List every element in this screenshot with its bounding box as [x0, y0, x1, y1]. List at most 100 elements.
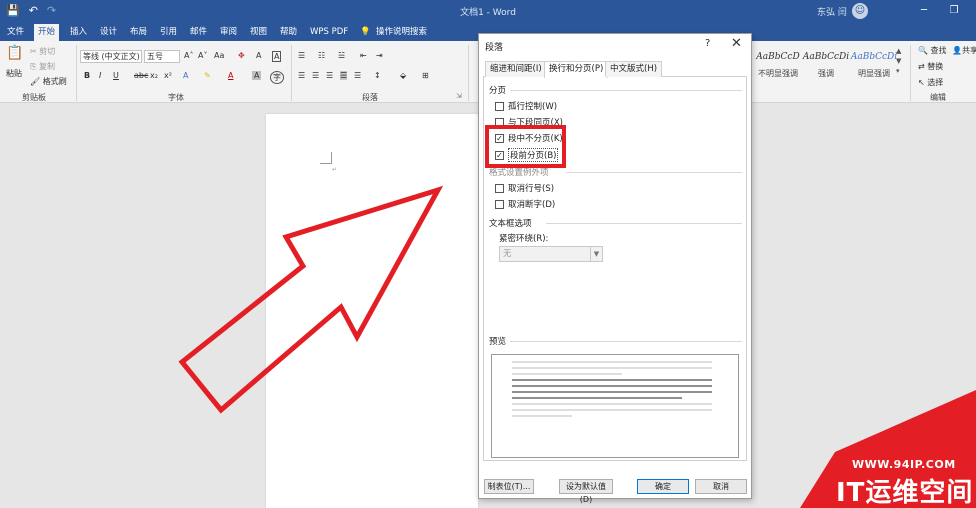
style-sample: AaBbCcDi: [802, 52, 850, 62]
cancel-button[interactable]: 取消: [695, 479, 747, 494]
help-icon[interactable]: ?: [705, 38, 710, 49]
widow-control-option[interactable]: 孤行控制(W): [495, 100, 557, 112]
avatar[interactable]: ☺: [852, 3, 868, 19]
format-painter-label: 格式刷: [42, 77, 67, 86]
no-hyphenation-checkbox[interactable]: [495, 199, 504, 209]
justify-icon[interactable]: ☰: [340, 71, 348, 80]
cut-label: 剪切: [39, 47, 56, 56]
find-button[interactable]: 🔍 查找: [918, 45, 947, 56]
tab-asian-typography[interactable]: 中文版式(H): [605, 61, 663, 77]
style-subtle-emphasis[interactable]: AaBbCcD 不明显强调: [754, 46, 802, 86]
tab-insert[interactable]: 插入: [66, 24, 91, 41]
ribbon-separator: [291, 45, 292, 101]
italic-button[interactable]: I: [99, 71, 101, 80]
font-size-combo[interactable]: 五号: [144, 50, 180, 63]
char-shading-button[interactable]: A: [252, 71, 262, 80]
dialog-title: 段落: [485, 43, 504, 53]
tell-me-search[interactable]: 操作说明搜索: [372, 24, 431, 41]
shrink-font-button[interactable]: A˅: [198, 51, 207, 60]
tab-references[interactable]: 引用: [156, 24, 181, 41]
enclose-char-button[interactable]: A: [272, 51, 282, 62]
underline-button[interactable]: U: [113, 71, 119, 80]
margin-marker: [320, 152, 332, 164]
document-page[interactable]: ↵: [266, 114, 478, 508]
paste-icon[interactable]: 📋: [6, 45, 23, 61]
select-button[interactable]: ↖ 选择: [918, 77, 943, 88]
tab-wps-pdf[interactable]: WPS PDF: [306, 24, 352, 41]
tab-mailings[interactable]: 邮件: [186, 24, 211, 41]
minimize-icon[interactable]: ─: [916, 3, 932, 19]
numbering-icon[interactable]: ☷: [318, 51, 325, 60]
tab-indent-spacing[interactable]: 缩进和间距(I): [485, 61, 547, 77]
chevron-down-icon[interactable]: ▼: [590, 247, 602, 261]
style-emphasis[interactable]: AaBbCcDi 强调: [802, 46, 850, 86]
styles-scroll-icon[interactable]: ▲ ▼ ▾: [896, 46, 901, 76]
no-hyphenation-option[interactable]: 取消断字(D): [495, 198, 555, 210]
borders-icon[interactable]: ⊞: [422, 71, 429, 80]
align-left-icon[interactable]: ☰: [298, 71, 305, 80]
close-icon[interactable]: ✕: [731, 36, 742, 51]
grow-font-button[interactable]: A˄: [184, 51, 193, 60]
set-default-button[interactable]: 设为默认值(D): [559, 479, 613, 504]
char-border-button[interactable]: A: [256, 51, 261, 60]
tight-wrap-select[interactable]: 无 ▼: [499, 246, 603, 262]
change-case-button[interactable]: Aa: [214, 51, 224, 60]
tab-review[interactable]: 审阅: [216, 24, 241, 41]
format-painter-button[interactable]: 🖌 格式刷: [30, 76, 67, 87]
style-name: 不明显强调: [758, 69, 798, 78]
preview-line: [512, 385, 712, 387]
copy-label: 复制: [38, 62, 55, 71]
align-center-icon[interactable]: ☰: [312, 71, 319, 80]
distributed-icon[interactable]: ☰: [354, 71, 361, 80]
clear-format-icon[interactable]: ✥: [238, 51, 245, 60]
tab-view[interactable]: 视图: [246, 24, 271, 41]
select-label: 选择: [927, 78, 944, 87]
strikethrough-button[interactable]: abc: [134, 71, 148, 80]
share-button[interactable]: 👤共享: [952, 45, 976, 56]
cut-button[interactable]: ✂ 剪切: [30, 46, 55, 57]
subscript-button[interactable]: x₂: [150, 71, 158, 80]
tab-layout[interactable]: 布局: [126, 24, 151, 41]
editing-group-label: 编辑: [930, 93, 946, 102]
style-intense-emphasis[interactable]: AaBbCcDi 明显强调: [850, 46, 898, 86]
section-divider: [546, 223, 742, 224]
preview-line: [512, 415, 572, 417]
watermark-url: WWW.94IP.COM: [852, 458, 956, 471]
restore-icon[interactable]: ❐: [946, 3, 962, 19]
tab-line-page-breaks[interactable]: 换行和分页(P): [544, 61, 609, 78]
tab-home[interactable]: 开始: [34, 24, 60, 41]
align-right-icon[interactable]: ☰: [326, 71, 333, 80]
ok-button[interactable]: 确定: [637, 479, 689, 494]
text-effects-button[interactable]: A: [183, 71, 188, 80]
user-name[interactable]: 东弘 闫: [817, 5, 847, 18]
tab-design[interactable]: 设计: [96, 24, 121, 41]
font-name-combo[interactable]: 等线 (中文正文): [80, 50, 142, 63]
multilevel-icon[interactable]: ☱: [338, 51, 345, 60]
shading-icon[interactable]: ⬙: [400, 71, 406, 80]
suppress-line-numbers-checkbox[interactable]: [495, 183, 504, 193]
suppress-line-numbers-option[interactable]: 取消行号(S): [495, 182, 554, 194]
superscript-button[interactable]: x²: [164, 71, 172, 80]
line-spacing-icon[interactable]: ↕: [374, 71, 381, 80]
preview-line: [512, 373, 622, 375]
ribbon-separator: [910, 45, 911, 101]
paste-button[interactable]: 粘贴: [6, 68, 22, 79]
word-window: { "title_bar": { "doc_title": "文档1 - Wor…: [0, 0, 976, 508]
bullets-icon[interactable]: ☰: [298, 51, 305, 60]
preview-line: [512, 397, 682, 399]
tabs-button[interactable]: 制表位(T)...: [484, 479, 534, 494]
replace-button[interactable]: ⇄ 替换: [918, 61, 943, 72]
copy-button[interactable]: ⎘ 复制: [30, 61, 55, 72]
decrease-indent-icon[interactable]: ⇤: [360, 51, 367, 60]
increase-indent-icon[interactable]: ⇥: [376, 51, 383, 60]
enclose-icon[interactable]: 字: [270, 71, 284, 84]
tab-file[interactable]: 文件: [3, 24, 28, 41]
tab-help[interactable]: 帮助: [276, 24, 301, 41]
paragraph-launcher-icon[interactable]: ⇲: [456, 92, 462, 100]
section-divider: [510, 90, 742, 91]
tight-wrap-value: 无: [503, 249, 512, 259]
bold-button[interactable]: B: [84, 71, 90, 80]
widow-control-checkbox[interactable]: [495, 101, 504, 111]
font-color-button[interactable]: A: [228, 71, 233, 80]
highlight-icon[interactable]: ✎: [204, 71, 211, 80]
